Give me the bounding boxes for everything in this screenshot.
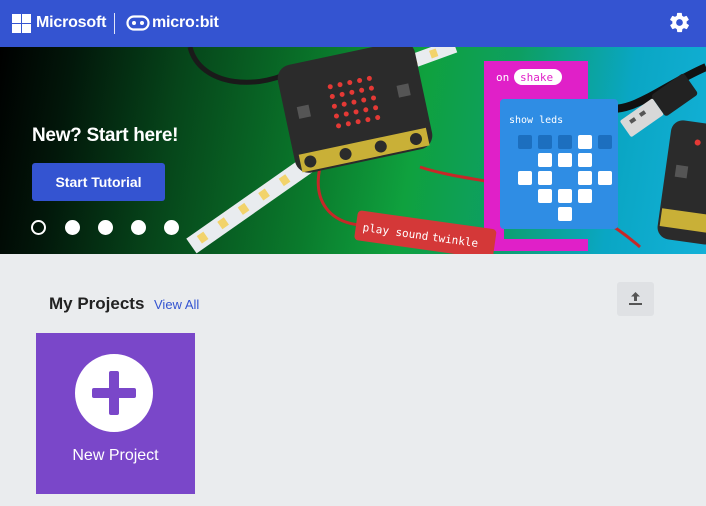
new-project-card[interactable]: New Project [36, 333, 195, 494]
start-tutorial-button[interactable]: Start Tutorial [32, 163, 165, 201]
new-project-circle [75, 354, 153, 432]
carousel-dot-3[interactable] [98, 220, 113, 235]
svg-text:on: on [496, 71, 509, 84]
my-projects-heading: My Projects [49, 294, 145, 313]
play-sound-block: play sound twinkle [354, 210, 497, 254]
brand-name: Microsoft [36, 14, 107, 31]
carousel-dot-5[interactable] [164, 220, 179, 235]
upload-icon [629, 292, 642, 305]
hero-title: New? Start here! [32, 125, 179, 146]
carousel-dot-1[interactable] [31, 220, 46, 235]
svg-text:shake: shake [520, 71, 553, 84]
view-all-link[interactable]: View All [154, 297, 199, 312]
microsoft-logo-icon [12, 14, 31, 33]
hero-banner: on shake show leds play sound twinkle Ne… [0, 47, 706, 254]
svg-text:show leds: show leds [509, 115, 563, 126]
microbit-board-edge [657, 120, 706, 245]
microbit-board [277, 47, 433, 173]
top-bar: Microsoft micro:bit [0, 0, 706, 47]
brand-divider [114, 13, 115, 34]
product-name: micro:bit [152, 14, 219, 31]
import-button[interactable] [617, 282, 654, 316]
carousel-dot-2[interactable] [65, 220, 80, 235]
microbit-logo-icon [126, 15, 150, 31]
carousel-dot-4[interactable] [131, 220, 146, 235]
new-project-label: New Project [72, 447, 159, 464]
show-leds-block: show leds [500, 99, 618, 229]
gear-icon[interactable] [668, 11, 691, 34]
plus-icon [92, 371, 136, 415]
